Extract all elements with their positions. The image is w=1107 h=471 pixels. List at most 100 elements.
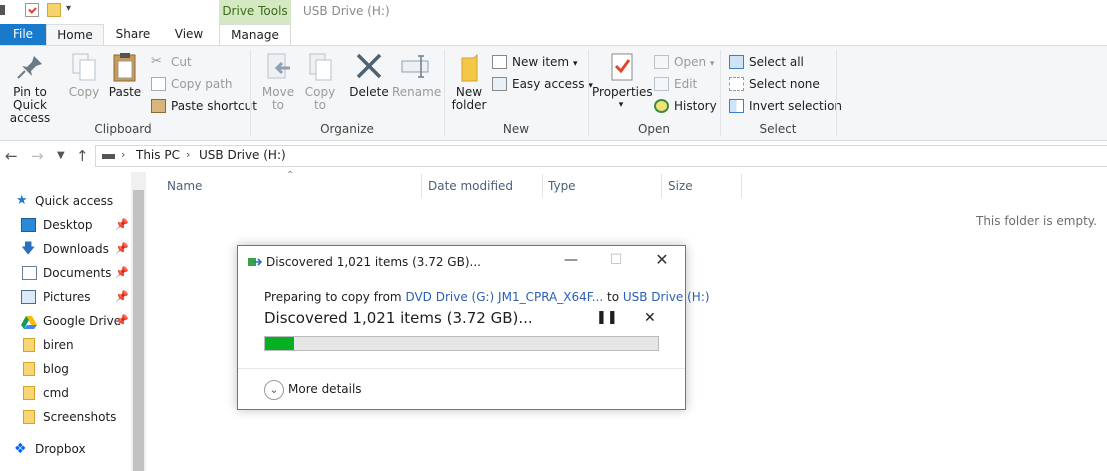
window-title: USB Drive (H:) (303, 4, 390, 18)
select-none-button[interactable]: Select none (729, 75, 820, 93)
recent-locations-chevron-icon[interactable]: ▼ (57, 150, 65, 161)
new-folder-quick-icon[interactable] (47, 3, 61, 17)
tab-file[interactable]: File (0, 24, 46, 46)
minimize-button[interactable]: — (556, 250, 586, 272)
chevron-right-icon: › (121, 148, 126, 161)
paste-icon (109, 52, 141, 82)
nav-item-desktop[interactable]: Desktop 📌 (0, 213, 131, 237)
invert-selection-label: Invert selection (749, 99, 843, 113)
clipboard-group-label: Clipboard (94, 122, 152, 136)
copy-to-button[interactable]: Copy to (302, 52, 338, 112)
nav-label: biren (43, 338, 74, 352)
copy-path-icon (151, 77, 166, 91)
column-divider[interactable] (542, 174, 543, 198)
column-divider[interactable] (421, 174, 422, 198)
address-bar[interactable]: › This PC › USB Drive (H:) (95, 145, 1107, 167)
nav-item-pictures[interactable]: Pictures 📌 (0, 285, 131, 309)
navigation-bar: ← → ▼ ↑ › This PC › USB Drive (H:) (0, 142, 1107, 170)
pause-button[interactable]: ❚❚ (596, 310, 618, 325)
easy-access-button[interactable]: Easy access ▾ (492, 75, 593, 93)
column-header-date-modified[interactable]: Date modified (428, 179, 513, 193)
close-button[interactable]: ✕ (647, 250, 677, 272)
column-divider[interactable] (741, 174, 742, 198)
drive-tools-context-label: Drive Tools (219, 0, 291, 24)
forward-arrow-icon[interactable]: → (31, 147, 44, 165)
invert-selection-button[interactable]: Invert selection (729, 97, 842, 115)
new-item-button[interactable]: New item ▾ (492, 53, 577, 71)
copy-path-button[interactable]: Copy path (151, 75, 233, 93)
rename-button[interactable]: Rename (392, 52, 441, 99)
nav-item-dropbox[interactable]: ❖ Dropbox (0, 437, 131, 461)
nav-item-quick-access[interactable]: ★ Quick access (0, 189, 131, 213)
maximize-button[interactable]: ☐ (601, 250, 631, 272)
breadcrumb-usb-drive[interactable]: USB Drive (H:) (199, 148, 286, 162)
history-button[interactable]: History (654, 97, 717, 115)
new-item-icon (492, 55, 507, 69)
invert-selection-icon (729, 99, 744, 113)
cancel-copy-button[interactable]: ✕ (644, 310, 656, 326)
pin-icon: 📌 (115, 242, 129, 255)
folder-icon (23, 338, 35, 352)
copy-path-label: Copy path (171, 77, 233, 91)
nav-label: Google Drive (43, 314, 122, 328)
copy-button[interactable]: Copy (66, 52, 102, 99)
column-header-size[interactable]: Size (668, 179, 693, 193)
nav-item-downloads[interactable]: 🡇 Downloads 📌 (0, 237, 131, 261)
progress-fill (265, 337, 294, 350)
move-to-button[interactable]: Move to (260, 52, 296, 112)
tab-home[interactable]: Home (46, 24, 104, 46)
open-icon (654, 55, 669, 69)
up-arrow-icon[interactable]: ↑ (76, 147, 89, 165)
new-folder-button[interactable]: New folder (448, 52, 490, 112)
nav-item-documents[interactable]: Documents 📌 (0, 261, 131, 285)
tab-manage[interactable]: Manage (219, 24, 291, 46)
cut-button[interactable]: ✂ Cut (151, 53, 192, 71)
delete-button[interactable]: Delete (348, 52, 390, 99)
copy-icon (248, 256, 263, 268)
pin-icon: 📌 (115, 290, 129, 303)
paste-button[interactable]: Paste (106, 52, 144, 99)
open-label: Open (674, 55, 707, 69)
pin-label-1: Pin to Quick (13, 85, 47, 112)
ribbon-divider (836, 50, 837, 136)
open-button[interactable]: Open ▾ (654, 53, 714, 71)
column-header-name[interactable]: Name (167, 179, 202, 193)
more-details-button[interactable]: More details (288, 382, 362, 396)
paste-shortcut-icon (151, 99, 166, 113)
new-item-label: New item (512, 55, 570, 69)
destination-link[interactable]: USB Drive (H:) (623, 290, 710, 304)
nav-item-screenshots[interactable]: Screenshots (0, 405, 131, 429)
empty-folder-message: This folder is empty. (976, 214, 1097, 228)
nav-item-cmd[interactable]: cmd (0, 381, 131, 405)
cut-label: Cut (171, 55, 192, 69)
nav-label: Documents (43, 266, 112, 280)
navigation-pane: ★ Quick access Desktop 📌 🡇 Downloads 📌 D… (0, 170, 146, 471)
customize-quick-access-icon[interactable]: ▾ (66, 3, 71, 14)
pin-to-quick-access-button[interactable]: Pin to Quick access (0, 52, 62, 125)
tab-view[interactable]: View (166, 24, 212, 46)
folder-icon (23, 386, 35, 400)
copy-to-label-2: to (313, 98, 327, 112)
select-all-button[interactable]: Select all (729, 53, 804, 71)
tab-share[interactable]: Share (108, 24, 158, 46)
nav-item-blog[interactable]: blog (0, 357, 131, 381)
source-link[interactable]: DVD Drive (G:) JM1_CPRA_X64F... (405, 290, 603, 304)
ribbon-divider (444, 50, 445, 136)
select-group-label: Select (759, 122, 797, 136)
ribbon-divider (588, 50, 589, 136)
chevron-down-icon[interactable]: ⌄ (264, 380, 284, 400)
nav-item-biren[interactable]: biren (0, 333, 131, 357)
nav-scrollbar-thumb[interactable] (133, 190, 144, 471)
paste-shortcut-button[interactable]: Paste shortcut (151, 97, 257, 115)
back-arrow-icon[interactable]: ← (5, 147, 18, 165)
column-header-type[interactable]: Type (548, 179, 576, 193)
edit-button[interactable]: Edit (654, 75, 697, 93)
open-group-label: Open (637, 122, 671, 136)
properties-quick-icon[interactable] (25, 3, 39, 17)
desktop-icon (21, 218, 36, 232)
new-group-label: New (502, 122, 530, 136)
breadcrumb-this-pc[interactable]: This PC (136, 148, 180, 162)
column-divider[interactable] (661, 174, 662, 198)
properties-button[interactable]: Properties ▾ (592, 52, 653, 112)
nav-item-google-drive[interactable]: Google Drive 📌 (0, 309, 131, 333)
